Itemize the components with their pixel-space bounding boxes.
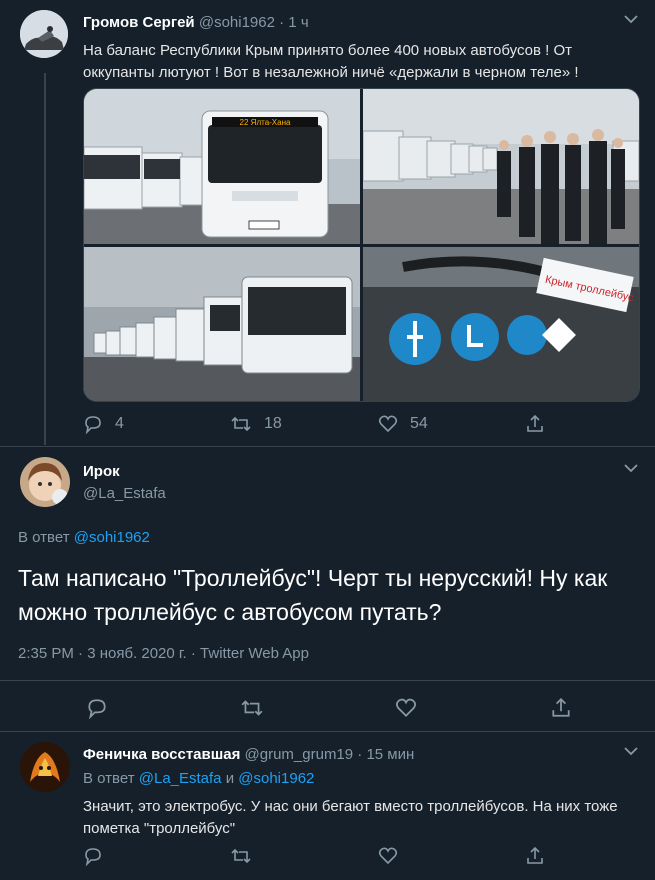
retweet-icon xyxy=(231,416,251,432)
photo-officials[interactable] xyxy=(363,89,639,244)
like-button[interactable] xyxy=(378,846,398,866)
chevron-down-icon[interactable] xyxy=(624,14,638,24)
share-button[interactable] xyxy=(550,697,572,719)
tweet-text: Значит, это электробус. У нас они бегают… xyxy=(83,798,618,837)
tweet-header: Феничка восставшая @grum_grum19 · 15 мин xyxy=(83,746,414,763)
reply-icon xyxy=(85,416,101,434)
like-count: 54 xyxy=(410,415,428,432)
tweet-3[interactable]: Феничка восставшая @grum_grum19 · 15 мин… xyxy=(0,732,655,880)
avatar[interactable] xyxy=(20,10,68,58)
divider xyxy=(0,680,655,681)
like-button[interactable] xyxy=(395,697,417,719)
share-icon xyxy=(527,414,543,432)
reply-prefix: В ответ xyxy=(83,770,135,787)
author-name[interactable]: Ирок xyxy=(83,463,120,480)
thread-line xyxy=(44,73,46,445)
chevron-down-icon[interactable] xyxy=(624,463,638,473)
author-handle[interactable]: @sohi1962 xyxy=(199,14,275,31)
tweet-meta[interactable]: 2:35 PM · 3 нояб. 2020 г. · Twitter Web … xyxy=(18,645,309,662)
reply-icon xyxy=(85,848,101,866)
reply-button[interactable]: 4 xyxy=(83,414,124,434)
heart-icon xyxy=(396,698,416,717)
share-button[interactable] xyxy=(525,414,545,434)
share-button[interactable] xyxy=(525,846,545,866)
chevron-down-icon[interactable] xyxy=(624,746,638,756)
heart-icon xyxy=(378,847,398,865)
route-display: 22 Ялта-Хана xyxy=(240,118,291,127)
reply-prefix: В ответ xyxy=(18,529,70,546)
reply-button[interactable] xyxy=(83,846,103,866)
author-handle[interactable]: @grum_grum19 xyxy=(245,746,354,763)
tweet-time[interactable]: · 1 ч xyxy=(279,14,309,31)
share-icon xyxy=(527,846,543,864)
share-icon xyxy=(552,697,570,717)
reply-context: В ответ @sohi1962 xyxy=(18,529,150,546)
tweet-1[interactable]: Громов Сергей @sohi1962 · 1 ч На баланс … xyxy=(0,0,655,446)
retweet-button[interactable]: 18 xyxy=(230,414,282,434)
photo-bus-row[interactable] xyxy=(84,247,360,401)
tweet-text: На баланс Республики Крым принято более … xyxy=(83,42,579,81)
media-grid[interactable]: 22 Ялта-Хана Крым троллейбус xyxy=(83,88,640,402)
retweet-button[interactable] xyxy=(240,697,264,719)
retweet-icon xyxy=(241,700,263,716)
reply-count: 4 xyxy=(115,415,124,432)
reply-to-link[interactable]: @sohi1962 xyxy=(74,529,150,546)
author-name[interactable]: Феничка восставшая xyxy=(83,746,240,763)
reply-to-link[interactable]: @sohi1962 xyxy=(238,770,314,787)
retweet-button[interactable] xyxy=(230,846,252,866)
reply-button[interactable] xyxy=(86,697,108,719)
retweet-icon xyxy=(231,848,251,864)
tweet-text: Там написано "Троллейбус"! Черт ты нерус… xyxy=(18,565,608,625)
tweet-time[interactable]: · 15 мин xyxy=(357,746,414,763)
photo-stickers[interactable]: Крым троллейбус xyxy=(363,247,639,401)
heart-icon xyxy=(378,415,398,433)
reply-context: В ответ @La_Estafa и @sohi1962 xyxy=(83,770,314,787)
reply-to-link[interactable]: @La_Estafa xyxy=(139,770,222,787)
reply-and: и xyxy=(225,770,235,787)
author-handle[interactable]: @La_Estafa xyxy=(83,485,166,502)
reply-icon xyxy=(88,699,106,719)
avatar[interactable] xyxy=(20,457,70,507)
retweet-count: 18 xyxy=(264,415,282,432)
tweet-header: Громов Сергей @sohi1962 · 1 ч xyxy=(83,14,309,31)
photo-bus-front[interactable]: 22 Ялта-Хана xyxy=(84,89,360,244)
avatar[interactable] xyxy=(20,742,70,792)
author-name[interactable]: Громов Сергей xyxy=(83,14,195,31)
like-button[interactable]: 54 xyxy=(378,414,428,434)
